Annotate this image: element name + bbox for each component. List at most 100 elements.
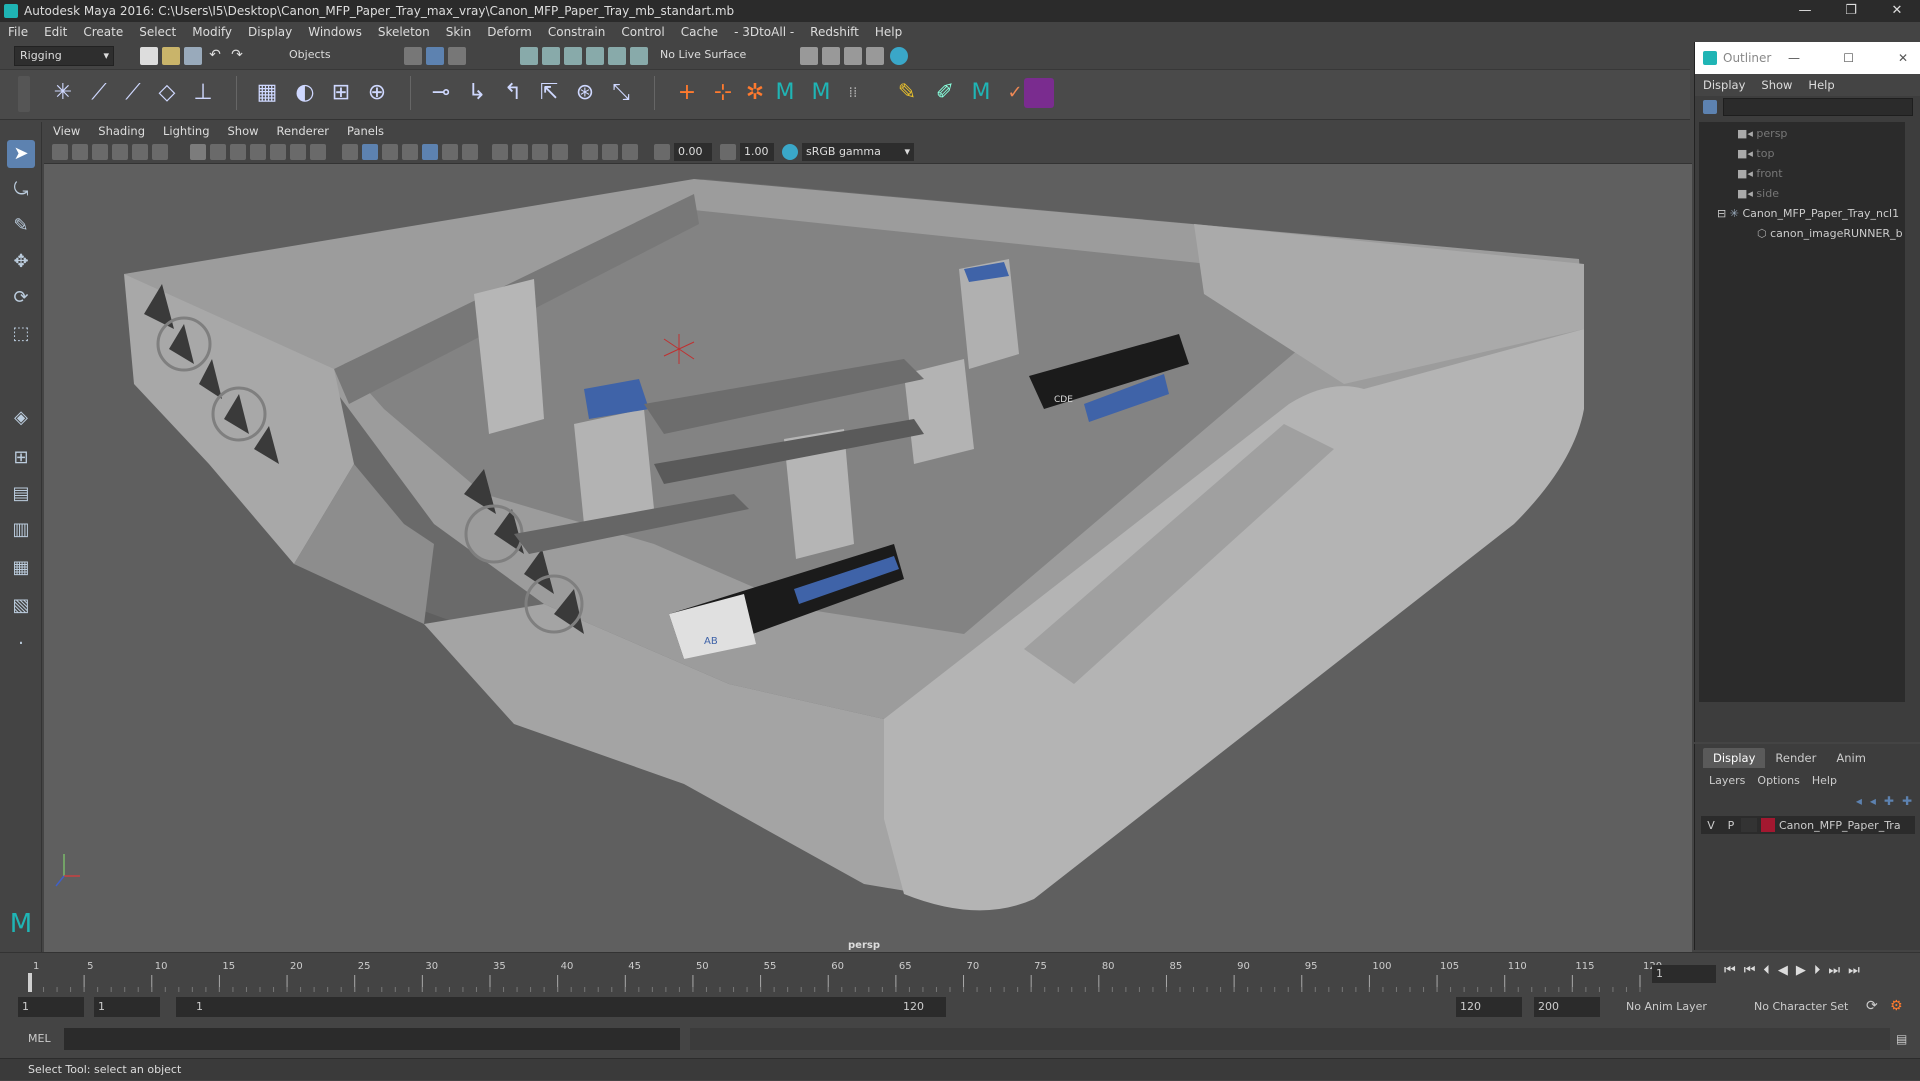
layout-dot-icon[interactable]: ·: [7, 630, 35, 658]
step-forward-frame-icon[interactable]: ⏵: [1814, 963, 1821, 978]
vp-menu-view[interactable]: View: [44, 124, 89, 138]
menu-skin[interactable]: Skin: [438, 25, 480, 39]
menu-edit[interactable]: Edit: [36, 25, 75, 39]
grease-pencil-icon[interactable]: [152, 144, 168, 160]
shadows-icon[interactable]: [442, 144, 458, 160]
script-editor-icon[interactable]: ▤: [1896, 1032, 1907, 1046]
anim-start-field[interactable]: 1: [18, 997, 84, 1017]
play-forward-icon[interactable]: ▶: [1796, 963, 1806, 978]
range-slider[interactable]: 1 120: [176, 997, 946, 1017]
point-constraint-icon[interactable]: ⊸: [426, 78, 456, 108]
undo-icon[interactable]: ↶: [206, 47, 224, 65]
lattice-icon[interactable]: ⊞: [326, 78, 356, 108]
grid-icon[interactable]: [190, 144, 206, 160]
orient-constraint-icon[interactable]: ↰: [498, 78, 528, 108]
mirror-joint-icon[interactable]: ⊥: [188, 78, 218, 108]
wireframe-on-shaded-icon[interactable]: [382, 144, 398, 160]
playback-end-field[interactable]: 120: [1456, 997, 1522, 1017]
shelf-options-icon[interactable]: [18, 76, 30, 112]
move-layer-up-icon[interactable]: ◂: [1856, 794, 1862, 808]
redo-icon[interactable]: ↷: [228, 47, 246, 65]
layout-options-icon[interactable]: ▧: [7, 592, 35, 620]
layer-menu-help[interactable]: Help: [1806, 774, 1843, 787]
scene-model-canon-paper-tray[interactable]: AB CDE: [44, 164, 1692, 952]
new-layer-icon[interactable]: ✚: [1884, 794, 1894, 808]
pole-vector-icon[interactable]: ⤡: [606, 78, 636, 108]
film-gate-icon[interactable]: [210, 144, 226, 160]
playback-start-field[interactable]: 1: [94, 997, 160, 1017]
render-frame-icon[interactable]: [822, 47, 840, 65]
outliner-item[interactable]: ■◂ front: [1737, 164, 1783, 184]
menu-help[interactable]: Help: [867, 25, 910, 39]
menu-constrain[interactable]: Constrain: [540, 25, 614, 39]
insert-joint-icon[interactable]: ◇: [152, 78, 182, 108]
cluster-icon[interactable]: ⊕: [362, 78, 392, 108]
locator-icon[interactable]: +: [672, 78, 702, 108]
maya-m3-icon[interactable]: M: [966, 78, 996, 108]
snap-view-icon[interactable]: [586, 47, 604, 65]
maya-m-icon[interactable]: M: [770, 78, 800, 108]
paint-weights-icon[interactable]: ✎: [892, 78, 922, 108]
textured-icon[interactable]: [402, 144, 418, 160]
select-object-icon[interactable]: [426, 47, 444, 65]
aim-constraint-icon[interactable]: ↳: [462, 78, 492, 108]
select-tool-icon[interactable]: ➤: [7, 140, 35, 168]
layer-menu-options[interactable]: Options: [1751, 774, 1805, 787]
xray-joints-icon[interactable]: [602, 144, 618, 160]
paint-select-icon[interactable]: ✎: [7, 212, 35, 240]
ambient-occlusion-icon[interactable]: [462, 144, 478, 160]
menu-deform[interactable]: Deform: [479, 25, 540, 39]
ol-menu-help[interactable]: Help: [1800, 78, 1842, 92]
menu-display[interactable]: Display: [240, 25, 300, 39]
camera-attr-icon[interactable]: [72, 144, 88, 160]
live-surface-label[interactable]: No Live Surface: [660, 48, 746, 61]
ol-menu-display[interactable]: Display: [1695, 78, 1753, 92]
backface-icon[interactable]: [622, 144, 638, 160]
current-frame-field[interactable]: 1: [1652, 965, 1716, 983]
menu-redshift[interactable]: Redshift: [802, 25, 867, 39]
layer-color-swatch[interactable]: [1761, 818, 1775, 832]
command-input[interactable]: [64, 1028, 680, 1050]
time-slider[interactable]: 1 5 10 15 20 25 30 35 40 45 50 55 60 65 70 75 80 85 90 95 10…: [0, 952, 1920, 993]
snap-surface-icon[interactable]: [608, 47, 626, 65]
menu-skeleton[interactable]: Skeleton: [370, 25, 438, 39]
outliner-search-input[interactable]: [1723, 98, 1913, 116]
menu-3dtoall[interactable]: - 3DtoAll -: [726, 25, 802, 39]
open-scene-icon[interactable]: [162, 47, 180, 65]
move-layer-down-icon[interactable]: ◂: [1870, 794, 1876, 808]
select-hierarchy-icon[interactable]: [404, 47, 422, 65]
tab-render[interactable]: Render: [1765, 748, 1826, 768]
layer-menu-layers[interactable]: Layers: [1703, 774, 1751, 787]
exposure-icon[interactable]: [654, 144, 670, 160]
smooth-shade-icon[interactable]: [362, 144, 378, 160]
tab-anim[interactable]: Anim: [1826, 748, 1876, 768]
layer-visibility[interactable]: V: [1701, 819, 1721, 832]
persp-outliner-icon[interactable]: ▤: [7, 480, 35, 508]
color-management-icon[interactable]: [782, 144, 798, 160]
anim-layer-dropdown[interactable]: No Anim Layer: [1622, 997, 1742, 1017]
multisample-icon[interactable]: [512, 144, 528, 160]
scale-tool-icon[interactable]: ⬚: [7, 320, 35, 348]
save-scene-icon[interactable]: [184, 47, 202, 65]
redshift-icon[interactable]: [1024, 78, 1054, 108]
two-d-pan-icon[interactable]: [132, 144, 148, 160]
xray-icon[interactable]: [582, 144, 598, 160]
use-all-lights-icon[interactable]: [422, 144, 438, 160]
ik-spline-icon[interactable]: ⟋: [118, 78, 148, 108]
smooth-bind-icon[interactable]: ◐: [290, 78, 320, 108]
camera-select-icon[interactable]: [52, 144, 68, 160]
menu-windows[interactable]: Windows: [300, 25, 370, 39]
four-view-icon[interactable]: ⊞: [7, 444, 35, 472]
tab-display[interactable]: Display: [1703, 748, 1766, 768]
play-backward-icon[interactable]: ◀: [1778, 963, 1788, 978]
image-plane-icon[interactable]: [112, 144, 128, 160]
current-time-marker[interactable]: [28, 973, 32, 993]
resolution-gate-icon[interactable]: [230, 144, 246, 160]
select-mode-dropdown[interactable]: Objects: [284, 46, 384, 66]
scale-constraint-icon[interactable]: ⇱: [534, 78, 564, 108]
outliner-item[interactable]: ■◂ persp: [1737, 124, 1787, 144]
viewport-panel[interactable]: View Shading Lighting Show Renderer Pane…: [44, 122, 1692, 952]
menu-modify[interactable]: Modify: [184, 25, 240, 39]
field-chart-icon[interactable]: [270, 144, 286, 160]
depth-of-field-icon[interactable]: [532, 144, 548, 160]
